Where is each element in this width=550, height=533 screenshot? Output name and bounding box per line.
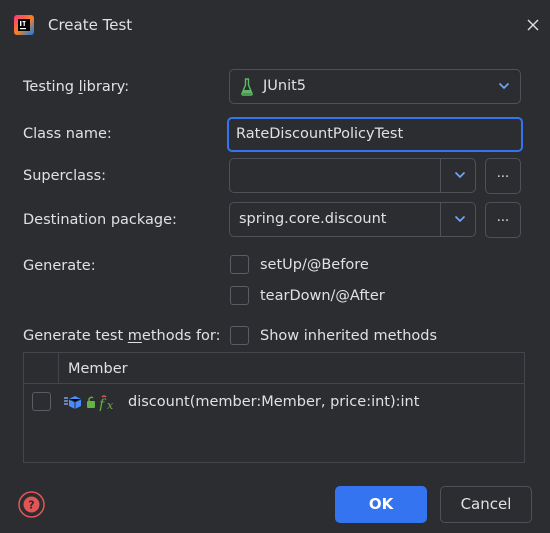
show-inherited-checkbox[interactable] — [230, 326, 249, 345]
superclass-label: Superclass: — [23, 168, 107, 184]
destination-package-browse-button[interactable]: ... — [485, 202, 521, 238]
destination-package-combo[interactable]: spring.core.discount — [229, 202, 476, 237]
flask-icon — [241, 78, 253, 96]
class-name-label: Class name: — [23, 126, 112, 142]
ok-button[interactable]: OK — [335, 486, 427, 523]
intellij-idea-icon — [14, 15, 34, 35]
superclass-combo[interactable] — [229, 158, 476, 193]
table-row[interactable]: f x discount(member:Member, price:int):i… — [24, 385, 524, 419]
svg-text:x: x — [107, 399, 114, 411]
combo-separator — [440, 159, 441, 192]
method-signature: discount(member:Member, price:int):int — [128, 394, 420, 410]
superclass-browse-button[interactable]: ... — [485, 158, 521, 194]
method-icon — [64, 396, 82, 409]
table-header: Member — [24, 353, 524, 384]
dialog-title: Create Test — [48, 16, 133, 34]
setup-checkbox[interactable] — [230, 255, 249, 274]
member-column-header[interactable]: Member — [68, 361, 128, 377]
members-table: Member f x discount(member:Member, price… — [23, 352, 525, 463]
testing-library-label: Testing library: — [23, 79, 130, 95]
lock-icon — [87, 396, 95, 408]
row-checkbox[interactable] — [32, 392, 51, 411]
testing-library-select[interactable]: JUnit5 — [229, 69, 521, 104]
close-icon[interactable] — [522, 14, 544, 36]
column-divider — [58, 353, 59, 384]
testing-library-value: JUnit5 — [263, 78, 307, 94]
svg-text:f: f — [98, 397, 107, 411]
title-bar: Create Test — [0, 0, 550, 50]
generate-label: Generate: — [23, 258, 96, 274]
help-icon[interactable]: ? — [17, 490, 46, 519]
svg-text:?: ? — [28, 499, 34, 512]
teardown-checkbox[interactable] — [230, 286, 249, 305]
chevron-down-icon[interactable] — [454, 171, 466, 179]
class-name-input[interactable]: RateDiscountPolicyTest — [227, 117, 523, 152]
combo-separator — [440, 203, 441, 236]
chevron-down-icon — [498, 82, 510, 90]
setup-checkbox-label[interactable]: setUp/@Before — [260, 257, 369, 273]
destination-package-label: Destination package: — [23, 212, 177, 228]
cancel-button[interactable]: Cancel — [440, 486, 532, 523]
teardown-checkbox-label[interactable]: tearDown/@After — [260, 288, 385, 304]
function-icon: f x — [98, 395, 114, 411]
show-inherited-label[interactable]: Show inherited methods — [260, 328, 437, 344]
destination-package-value: spring.core.discount — [239, 211, 387, 227]
methods-for-label: Generate test methods for: — [23, 328, 221, 344]
method-icons: f x — [64, 395, 114, 411]
class-name-value: RateDiscountPolicyTest — [236, 126, 404, 142]
chevron-down-icon[interactable] — [454, 215, 466, 223]
